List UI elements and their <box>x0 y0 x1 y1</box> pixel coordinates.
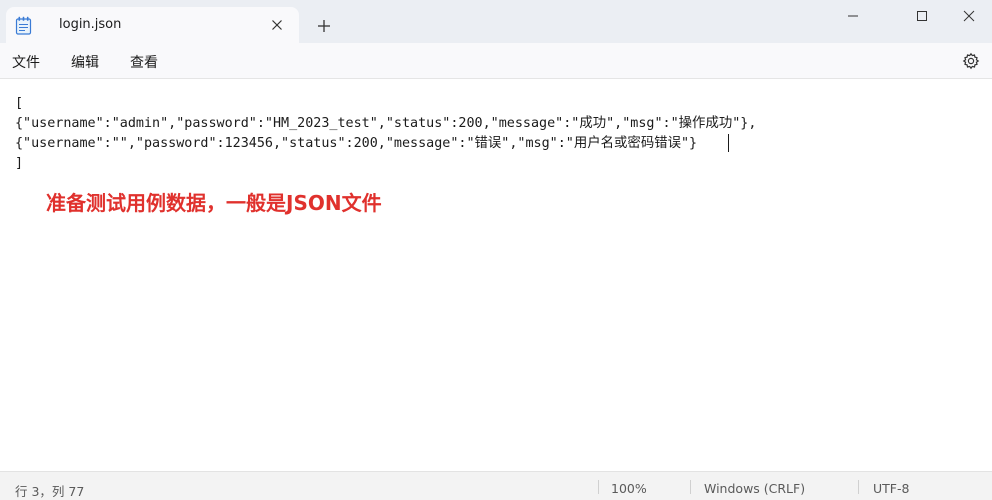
line-ending[interactable]: Windows (CRLF) <box>704 481 805 496</box>
text-caret <box>728 134 729 152</box>
divider <box>858 480 859 494</box>
minimize-button[interactable] <box>830 0 876 32</box>
divider <box>598 480 599 494</box>
zoom-level[interactable]: 100% <box>611 481 647 496</box>
maximize-icon <box>917 11 927 21</box>
code-line: {"username":"","password":123456,"status… <box>15 136 698 151</box>
close-window-button[interactable] <box>946 0 992 32</box>
tab-title: login.json <box>59 17 122 32</box>
menu-edit[interactable]: 编辑 <box>71 52 99 72</box>
code-line: ] <box>15 156 24 171</box>
title-bar: login.json <box>0 0 992 43</box>
cursor-position[interactable]: 行 3，列 77 <box>15 481 84 500</box>
editor-content: [ {"username":"admin","password":"HM_2023… <box>15 94 756 174</box>
divider <box>690 480 691 494</box>
menu-bar: 文件 编辑 查看 <box>0 43 992 79</box>
close-tab-icon[interactable] <box>268 16 286 34</box>
menu-view[interactable]: 查看 <box>130 52 158 72</box>
encoding[interactable]: UTF-8 <box>873 481 909 496</box>
status-bar: 行 3，列 77 100% Windows (CRLF) UTF-8 <box>0 471 992 500</box>
notepad-window: login.json 文件 编辑 查看 [{"username":"admin… <box>0 0 992 500</box>
menu-file[interactable]: 文件 <box>12 52 40 72</box>
tab-login-json[interactable]: login.json <box>6 7 299 43</box>
notepad-icon <box>15 16 32 35</box>
maximize-button[interactable] <box>899 0 945 32</box>
code-line: [ <box>15 96 24 111</box>
gear-icon[interactable] <box>962 52 980 70</box>
new-tab-icon[interactable] <box>316 18 332 34</box>
code-line: {"username":"admin","password":"HM_2023_… <box>15 116 757 131</box>
close-icon <box>963 10 975 22</box>
annotation-text: 准备测试用例数据，一般是JSON文件 <box>46 191 382 215</box>
text-editor[interactable]: [ {"username":"admin","password":"HM_2023… <box>0 79 992 471</box>
minimize-icon <box>848 15 858 17</box>
